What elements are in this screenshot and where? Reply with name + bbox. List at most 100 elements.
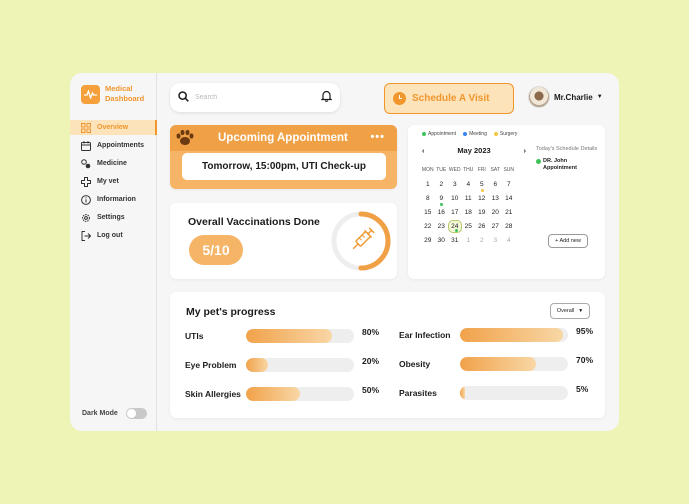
more-options-icon[interactable]: •••	[370, 131, 385, 143]
weekday-label: MON	[421, 167, 434, 173]
legend-appointment: Appointment	[422, 131, 456, 137]
bell-icon[interactable]	[320, 89, 333, 107]
calendar-day[interactable]: 3	[489, 237, 503, 244]
calendar-day[interactable]: 31	[448, 237, 462, 244]
medical-cross-icon	[80, 176, 91, 187]
info-icon	[80, 194, 91, 205]
progress-fill	[460, 328, 563, 342]
progress-label: Parasites	[399, 388, 437, 398]
brand-name: Medical Dashboard	[105, 84, 145, 103]
month-navigation: ‹ May 2023 ›	[422, 146, 526, 155]
sidebar-item-settings[interactable]: Settings	[70, 210, 157, 225]
pills-icon	[80, 158, 91, 169]
upcoming-appointment-card: Upcoming Appointment ••• Tomorrow, 15:00…	[170, 125, 397, 189]
month-label: May 2023	[457, 146, 491, 155]
calendar-day[interactable]: 1	[421, 181, 435, 188]
calendar-day[interactable]: 12	[475, 195, 489, 202]
calendar-day[interactable]: 26	[475, 223, 489, 230]
calendar-day[interactable]: 22	[421, 223, 435, 230]
logout-icon	[80, 230, 91, 241]
search-input[interactable]	[195, 94, 321, 101]
progress-fill	[246, 358, 268, 372]
weekday-label: SAT	[490, 167, 500, 173]
progress-value: 5%	[576, 384, 589, 394]
sidebar-item-information[interactable]: Informarion	[70, 192, 157, 207]
user-menu[interactable]: Mr.Charlie ▼	[528, 86, 603, 108]
progress-bar	[246, 358, 354, 372]
chevron-right-icon[interactable]: ›	[523, 146, 526, 155]
sidebar-item-my-vet[interactable]: My vet	[70, 174, 157, 189]
calendar-legend: Appointment Meeting Surgery	[422, 131, 524, 137]
calendar-day[interactable]: 27	[489, 223, 503, 230]
heartbeat-icon	[81, 84, 100, 104]
progress-value: 70%	[576, 355, 594, 365]
calendar-day[interactable]: 14	[502, 195, 516, 202]
search-bar	[170, 83, 340, 112]
calendar-day[interactable]: 25	[462, 223, 476, 230]
dark-mode-toggle[interactable]	[125, 408, 147, 419]
calendar-day[interactable]: 18	[462, 209, 476, 216]
schedule-item-label: DR. John Appointment	[543, 158, 577, 171]
calendar-day[interactable]: 10	[448, 195, 462, 202]
sidebar-item-logout[interactable]: Log out	[70, 228, 157, 243]
calendar-day[interactable]: 24	[448, 219, 462, 233]
calendar-day[interactable]: 4	[462, 181, 476, 188]
schedule-visit-label: Schedule A Visit	[412, 93, 490, 104]
avatar	[528, 86, 550, 108]
calendar-day[interactable]: 19	[475, 209, 489, 216]
schedule-item[interactable]: DR. John Appointment	[536, 158, 598, 172]
progress-label: UTIs	[185, 331, 204, 341]
calendar-day[interactable]: 9	[435, 195, 449, 206]
calendar-day[interactable]: 8	[421, 195, 435, 202]
calendar-day[interactable]: 30	[435, 237, 449, 244]
vaccination-gauge	[331, 211, 391, 271]
sidebar-item-medicine[interactable]: Medicine	[70, 156, 157, 171]
sidebar-item-label: Appointments	[97, 142, 145, 149]
calendar-day[interactable]: 13	[489, 195, 503, 202]
calendar-day[interactable]: 28	[502, 223, 516, 230]
calendar-day[interactable]: 21	[502, 209, 516, 216]
calendar-day[interactable]: 3	[448, 181, 462, 188]
calendar-day[interactable]: 15	[421, 209, 435, 216]
calendar-day[interactable]: 1	[462, 237, 476, 244]
calendar-day[interactable]: 2	[475, 237, 489, 244]
calendar-day[interactable]: 17	[448, 209, 462, 216]
weekday-label: WED	[448, 167, 461, 173]
legend-surgery: Surgery	[493, 131, 517, 137]
weekday-label: TUE	[436, 167, 447, 173]
schedule-visit-button[interactable]: Schedule A Visit	[384, 83, 514, 114]
add-new-button[interactable]: + Add new	[548, 234, 588, 248]
paw-icon	[175, 129, 195, 152]
calendar-day[interactable]: 6	[489, 181, 503, 188]
brand-logo[interactable]: Medical Dashboard	[81, 84, 151, 104]
progress-fill	[246, 329, 333, 343]
sidebar-item-label: Log out	[97, 232, 123, 239]
progress-label: Eye Problem	[185, 360, 237, 370]
calendar-day[interactable]: 16	[435, 209, 449, 216]
calendar-day[interactable]: 20	[489, 209, 503, 216]
progress-fill	[460, 386, 466, 400]
progress-bar	[460, 386, 568, 400]
progress-title: My pet's progress	[186, 306, 276, 318]
chevron-left-icon[interactable]: ‹	[422, 146, 425, 155]
overall-dropdown[interactable]: Overall ▼	[550, 303, 590, 319]
progress-label: Ear Infection	[399, 330, 451, 340]
calendar-day[interactable]: 7	[502, 181, 516, 188]
search-icon	[178, 89, 189, 107]
progress-fill	[246, 387, 300, 401]
progress-bar	[246, 387, 354, 401]
calendar-day[interactable]: 23	[435, 223, 449, 230]
user-name: Mr.Charlie	[554, 92, 593, 102]
calendar-grid: MON TUE WED THU FRI SAT SUN 1 2 3 4 5 6 7 8 9 10 11 12 13 14…	[421, 163, 516, 247]
event-dot	[440, 202, 443, 206]
progress-bar	[460, 328, 568, 342]
calendar-day[interactable]: 5	[475, 181, 489, 192]
calendar-day[interactable]: 11	[462, 195, 476, 202]
sidebar-item-appointments[interactable]: Appointments	[70, 138, 157, 153]
sidebar-item-overview[interactable]: Overview	[70, 120, 157, 135]
appointment-detail[interactable]: Tomorrow, 15:00pm, UTI Check-up	[182, 153, 386, 180]
progress-bar	[246, 329, 354, 343]
calendar-day[interactable]: 29	[421, 237, 435, 244]
calendar-day[interactable]: 2	[435, 181, 449, 188]
calendar-day[interactable]: 4	[502, 237, 516, 244]
